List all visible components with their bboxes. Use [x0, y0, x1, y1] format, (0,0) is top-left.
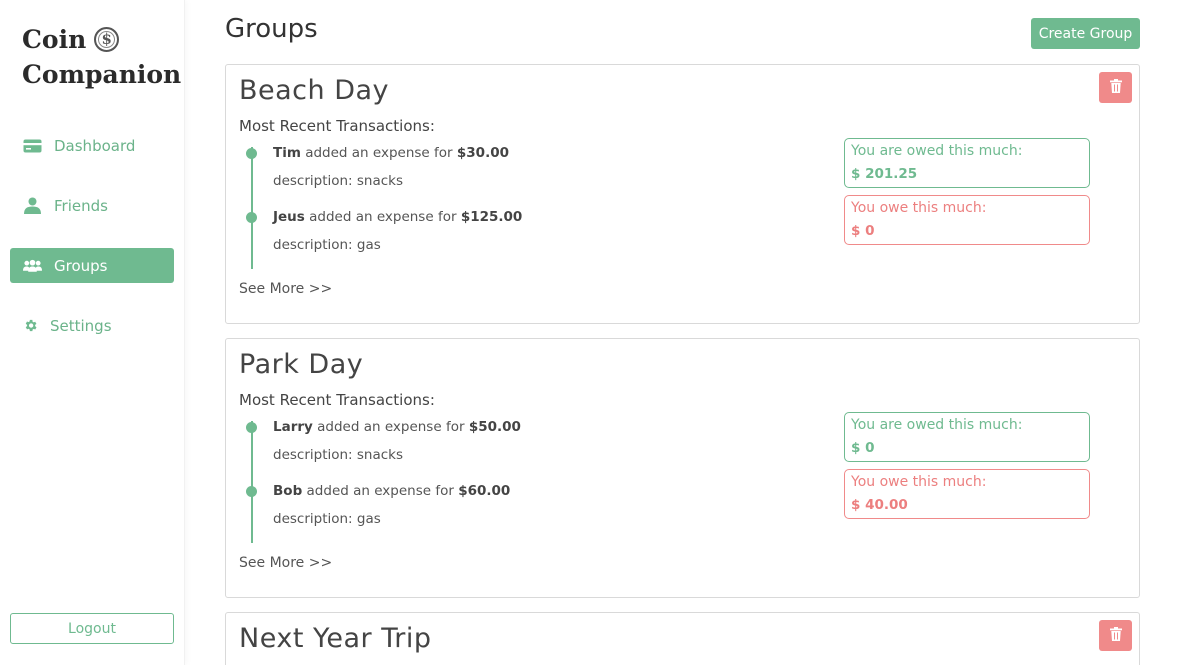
see-more-link[interactable]: See More >>	[239, 555, 332, 571]
gear-icon	[23, 316, 38, 335]
transaction-text: added an expense for	[317, 419, 465, 435]
transaction-user: Jeus	[273, 209, 305, 225]
sidebar-item-label: Groups	[54, 256, 108, 275]
logo-text-coin: Coin	[22, 25, 87, 54]
owed-value: $ 0	[851, 440, 875, 456]
owe-box: You owe this much: $ 40.00	[844, 469, 1090, 519]
logo[interactable]: Coin $ Companion	[22, 22, 181, 92]
owed-label: You are owed this much:	[851, 417, 1023, 433]
transaction-text: added an expense for	[309, 209, 457, 225]
owed-box: You are owed this much: $ 0	[844, 412, 1090, 462]
users-icon	[23, 256, 42, 275]
delete-group-button[interactable]	[1099, 620, 1132, 651]
transaction-amount: $125.00	[460, 209, 523, 225]
transaction-description: description: snacks	[273, 447, 404, 463]
sidebar: Coin $ Companion Dashboard Friends Group…	[0, 0, 185, 665]
delete-group-button[interactable]	[1099, 72, 1132, 103]
group-title: Park Day	[239, 349, 364, 380]
transaction-description: description: gas	[273, 237, 381, 253]
group-card: Beach Day Most Recent Transactions: Tim …	[225, 64, 1140, 324]
card-icon	[23, 136, 42, 155]
recent-transactions-label: Most Recent Transactions:	[239, 117, 435, 135]
owe-label: You owe this much:	[851, 200, 987, 216]
dollar-coin-icon: $	[94, 27, 120, 52]
sidebar-item-settings[interactable]: Settings	[10, 308, 174, 343]
sidebar-item-label: Friends	[54, 196, 108, 215]
transaction-amount: $60.00	[458, 483, 511, 499]
transaction-amount: $30.00	[456, 145, 509, 161]
trash-icon	[1109, 79, 1122, 96]
owed-box: You are owed this much: $ 201.25	[844, 138, 1090, 188]
transaction-description: description: gas	[273, 511, 381, 527]
owed-value: $ 201.25	[851, 166, 918, 182]
transaction-description: description: snacks	[273, 173, 404, 189]
sidebar-item-groups[interactable]: Groups	[10, 248, 174, 283]
app: Coin $ Companion Dashboard Friends Group…	[0, 0, 1181, 665]
transaction-text: added an expense for	[305, 145, 453, 161]
owe-box: You owe this much: $ 0	[844, 195, 1090, 245]
transaction-amount: $50.00	[468, 419, 521, 435]
timeline-dot	[246, 212, 257, 223]
owe-label: You owe this much:	[851, 474, 987, 490]
recent-transactions-label: Most Recent Transactions:	[239, 391, 435, 409]
owe-value: $ 40.00	[851, 497, 908, 513]
group-card: Park Day Most Recent Transactions: Larry…	[225, 338, 1140, 598]
timeline-dot	[246, 486, 257, 497]
group-title: Next Year Trip	[239, 623, 432, 654]
timeline-line	[251, 147, 253, 269]
create-group-button[interactable]: Create Group	[1031, 18, 1140, 49]
owe-value: $ 0	[851, 223, 875, 239]
transaction-text: added an expense for	[306, 483, 454, 499]
trash-icon	[1109, 627, 1122, 644]
timeline-line	[251, 421, 253, 543]
sidebar-item-friends[interactable]: Friends	[10, 188, 174, 223]
see-more-link[interactable]: See More >>	[239, 281, 332, 297]
owed-label: You are owed this much:	[851, 143, 1023, 159]
user-icon	[23, 196, 42, 215]
logo-text-companion: Companion	[22, 60, 182, 89]
transaction-user: Larry	[273, 419, 313, 435]
sidebar-item-label: Dashboard	[54, 136, 136, 155]
page-title: Groups	[225, 14, 318, 44]
transaction-user: Bob	[273, 483, 303, 499]
sidebar-item-dashboard[interactable]: Dashboard	[10, 128, 174, 163]
group-title: Beach Day	[239, 75, 390, 106]
transaction-user: Tim	[273, 145, 301, 161]
logout-button[interactable]: Logout	[10, 613, 174, 644]
group-card: Next Year Trip	[225, 612, 1140, 665]
sidebar-item-label: Settings	[50, 316, 112, 335]
timeline-dot	[246, 148, 257, 159]
timeline-dot	[246, 422, 257, 433]
